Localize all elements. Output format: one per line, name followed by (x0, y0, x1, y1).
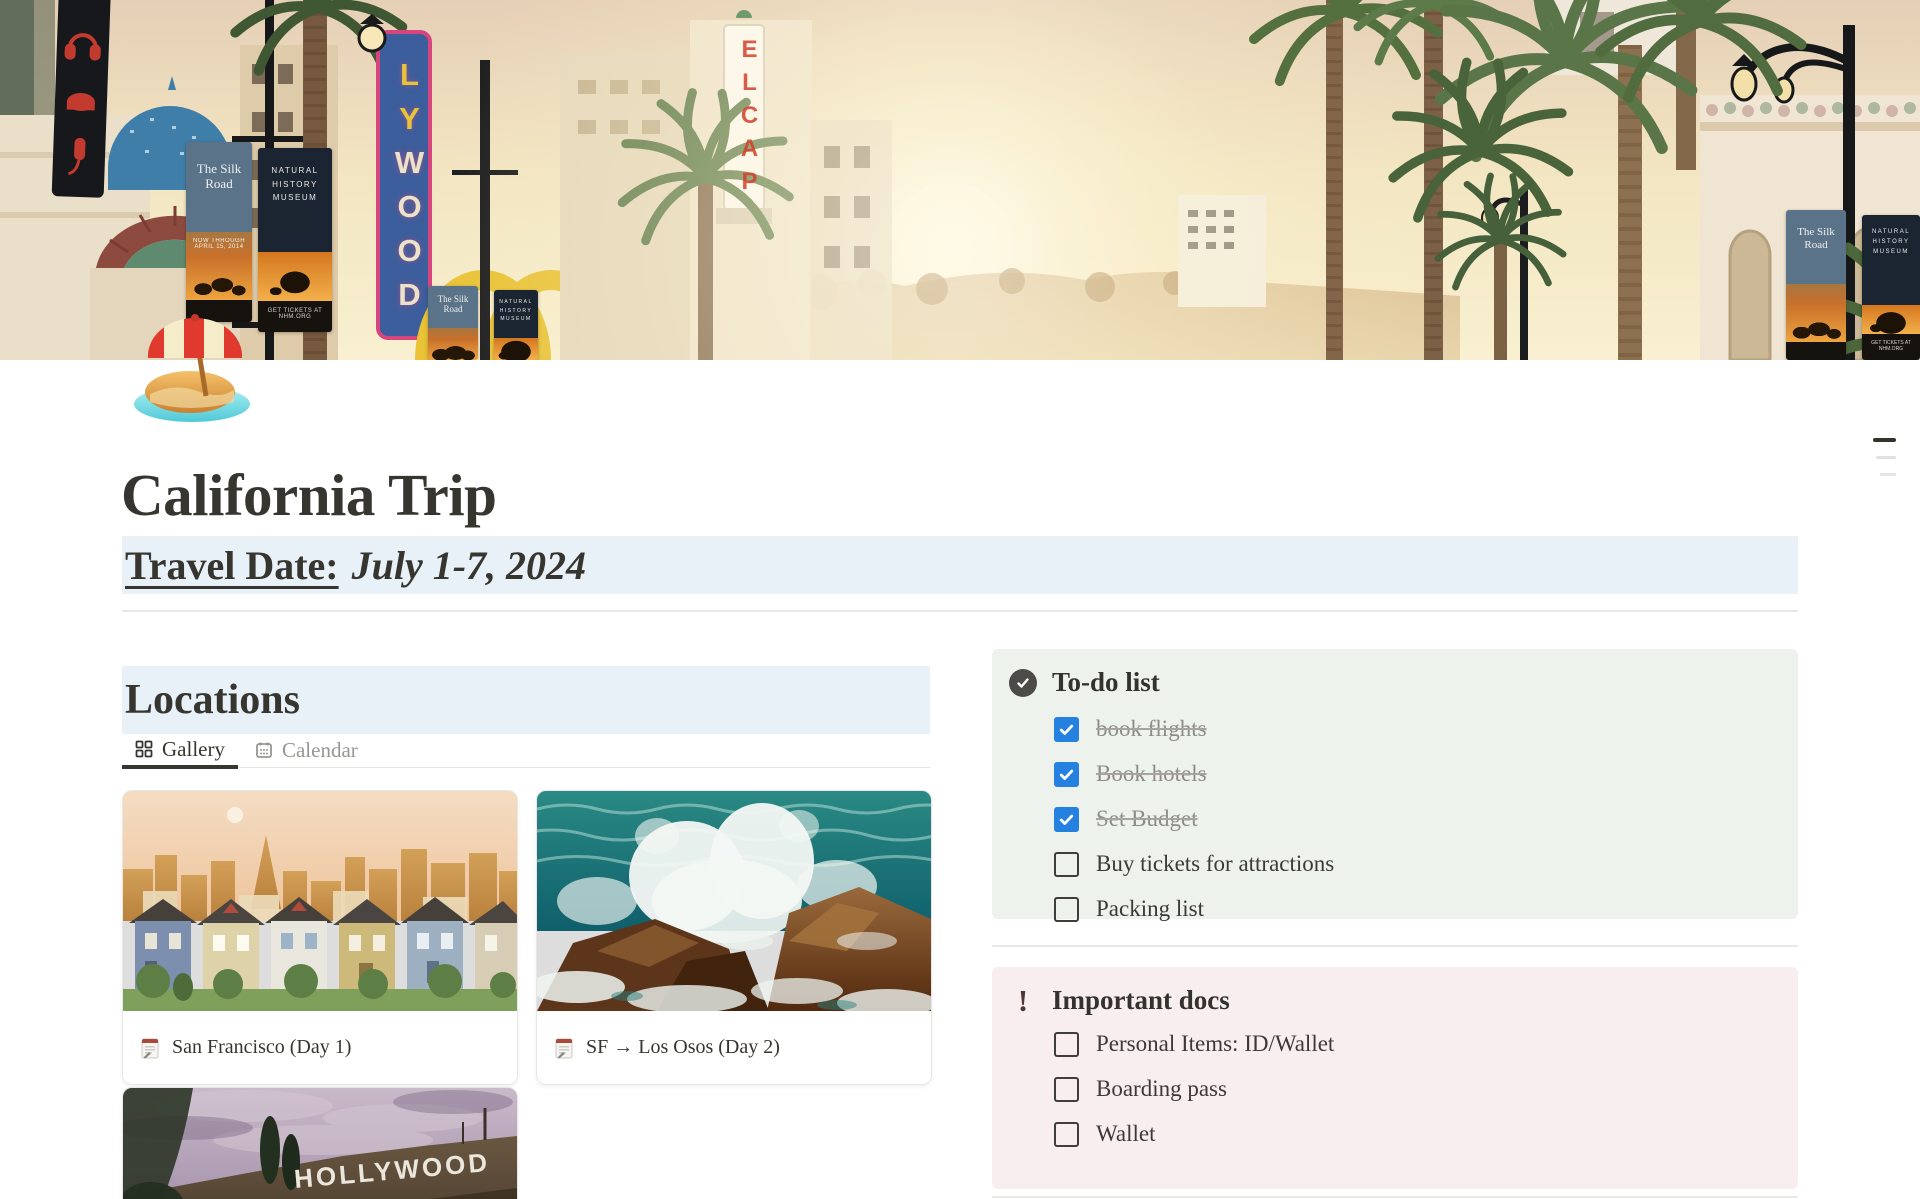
todo-item: Packing list (1054, 895, 1798, 923)
todo-checkbox[interactable] (1054, 897, 1079, 922)
card-cover-art-ocean (537, 791, 931, 1011)
todo-item-label[interactable]: book flights (1096, 716, 1207, 742)
todo-callout: To-do list book flights Book hotels Set … (992, 649, 1798, 919)
todo-checkbox[interactable] (1054, 807, 1079, 832)
view-tabs: Gallery Calendar (122, 733, 930, 768)
tab-gallery-label: Gallery (162, 737, 225, 762)
docs-checkbox[interactable] (1054, 1122, 1079, 1147)
todo-item: Book hotels (1054, 760, 1798, 788)
docs-checkbox[interactable] (1054, 1032, 1079, 1057)
card-title: San Francisco (Day 1) (172, 1036, 351, 1059)
docs-checkbox[interactable] (1054, 1077, 1079, 1102)
exclamation-icon: ! (1009, 987, 1037, 1015)
toc-line[interactable] (1880, 473, 1896, 476)
travel-date-value: July 1-7, 2024 (352, 542, 586, 589)
card-cover-art-san-francisco (123, 791, 517, 1011)
gallery-card-san-francisco[interactable]: San Francisco (Day 1) (122, 790, 518, 1085)
cover-image[interactable]: LYWOOD ELCAP NSH The Silk Road NOW THROU… (0, 0, 1920, 360)
todo-checkbox[interactable] (1054, 717, 1079, 742)
travel-date-label: Travel Date: (125, 542, 339, 589)
docs-item: Wallet (1054, 1120, 1798, 1148)
memo-icon (553, 1037, 575, 1059)
toc-line-active[interactable] (1873, 438, 1896, 442)
locations-heading-text: Locations (125, 676, 300, 724)
memo-icon (139, 1037, 161, 1059)
music-banner (52, 0, 111, 198)
card-caption[interactable]: San Francisco (Day 1) (123, 1011, 517, 1084)
docs-item-label[interactable]: Boarding pass (1096, 1076, 1227, 1102)
todo-item-label[interactable]: Book hotels (1096, 761, 1207, 787)
divider (992, 1196, 1798, 1198)
check-circle-icon (1009, 669, 1037, 697)
docs-item-label[interactable]: Personal Items: ID/Wallet (1096, 1031, 1334, 1057)
todo-item-label[interactable]: Set Budget (1096, 806, 1198, 832)
tab-gallery[interactable]: Gallery (122, 733, 238, 769)
todo-item: Buy tickets for attractions (1054, 850, 1798, 878)
elcap-neon-sign: ELCAP (727, 32, 763, 204)
todo-title[interactable]: To-do list (1052, 667, 1160, 698)
page-title[interactable]: California Trip (121, 461, 496, 530)
divider (992, 945, 1798, 947)
gallery-grid-icon (135, 740, 153, 758)
todo-item-label[interactable]: Buy tickets for attractions (1096, 851, 1334, 877)
museum-banner-right: NATURAL HISTORY MUSEUM GET TICKETS AT NH… (1862, 215, 1920, 360)
silk-road-banner-right: The Silk Road (1786, 210, 1846, 360)
calendar-icon (255, 741, 273, 759)
table-of-contents-indicator[interactable] (1872, 438, 1896, 490)
important-docs-callout: ! Important docs Personal Items: ID/Wall… (992, 967, 1798, 1189)
todo-checkbox[interactable] (1054, 852, 1079, 877)
docs-item: Personal Items: ID/Wallet (1054, 1030, 1798, 1058)
todo-item-label[interactable]: Packing list (1096, 896, 1204, 922)
todo-checkbox[interactable] (1054, 762, 1079, 787)
important-docs-title[interactable]: Important docs (1052, 985, 1230, 1016)
notion-page: LYWOOD ELCAP NSH The Silk Road NOW THROU… (0, 0, 1920, 1199)
silk-road-banner-small: The Silk Road (428, 286, 478, 360)
tab-calendar-label: Calendar (282, 738, 358, 763)
museum-banner-left: NATURAL HISTORY MUSEUM GET TICKETS AT NH… (258, 148, 332, 332)
docs-item-label[interactable]: Wallet (1096, 1121, 1155, 1147)
page-icon-beach-umbrella[interactable] (130, 302, 254, 426)
travel-date-block[interactable]: Travel Date: July 1-7, 2024 (122, 536, 1798, 594)
todo-item: book flights (1054, 715, 1798, 743)
lywood-neon-sign: LYWOOD (383, 44, 427, 334)
card-caption[interactable]: SF → Los Osos (Day 2) (537, 1011, 931, 1084)
locations-heading[interactable]: Locations (122, 666, 930, 734)
divider (122, 610, 1798, 612)
museum-banner-small: NATURAL HISTORY MUSEUM (494, 290, 538, 360)
todo-item: Set Budget (1054, 805, 1798, 833)
gallery-card-hollywood[interactable]: HOLLYWOOD (122, 1087, 518, 1199)
toc-line[interactable] (1876, 456, 1896, 459)
docs-item: Boarding pass (1054, 1075, 1798, 1103)
card-cover-art-hollywood: HOLLYWOOD (123, 1088, 517, 1199)
card-title: SF → Los Osos (Day 2) (586, 1036, 780, 1059)
tab-calendar[interactable]: Calendar (242, 733, 371, 767)
gallery-card-sf-los-osos[interactable]: SF → Los Osos (Day 2) (536, 790, 932, 1085)
silk-road-banner-left: The Silk Road NOW THROUGH APRIL 15, 2014 (186, 142, 252, 322)
